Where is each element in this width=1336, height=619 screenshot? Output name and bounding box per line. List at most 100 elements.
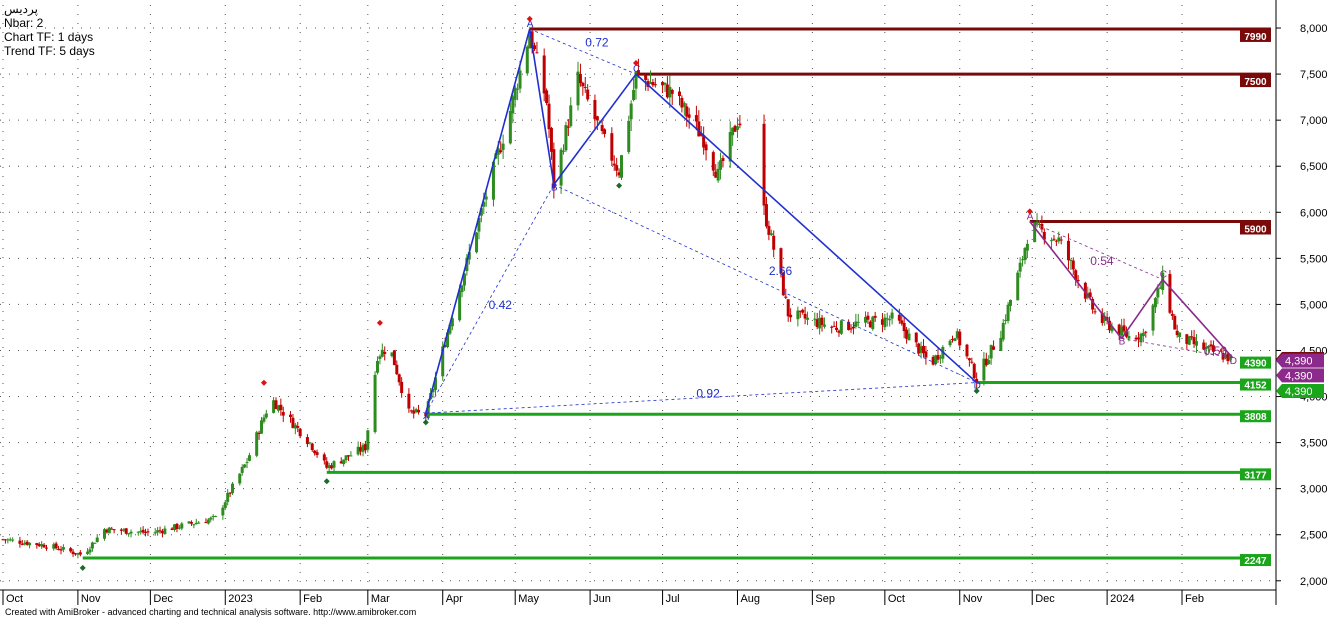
- candle-body: [586, 89, 590, 100]
- candle-body: [397, 374, 401, 383]
- candle-body: [987, 360, 991, 365]
- candle-body: [209, 517, 213, 520]
- candle-body: [375, 360, 379, 373]
- harmonic-ratio-label: 0.92: [696, 386, 720, 400]
- candle-body: [801, 309, 805, 313]
- candles: [1, 26, 1232, 559]
- candle-body: [1066, 240, 1070, 261]
- candle-body: [764, 204, 768, 227]
- candle-body: [1016, 272, 1020, 301]
- candle-body: [822, 324, 826, 327]
- candle-body: [1187, 336, 1191, 345]
- candle-body: [146, 531, 150, 533]
- candle-body: [839, 320, 843, 334]
- candle-body: [1122, 325, 1126, 332]
- x-tick-label: Apr: [446, 593, 463, 605]
- candle-body: [721, 158, 725, 161]
- candle-body: [296, 426, 300, 428]
- candle-body: [789, 314, 793, 318]
- price-label-text: 4,390: [1285, 356, 1313, 368]
- pivot-low-marker: [79, 564, 86, 571]
- candle-body: [1173, 315, 1177, 330]
- x-tick-label: Jul: [666, 593, 680, 605]
- candle-body: [897, 314, 901, 321]
- y-tick-label: 2,000: [1300, 576, 1328, 588]
- y-tick-label: 2,500: [1300, 530, 1328, 542]
- x-tick-label: Oct: [6, 593, 23, 605]
- y-tick-label: 7,000: [1300, 115, 1328, 127]
- x-tick-label: Sep: [815, 593, 835, 605]
- candle-body: [856, 321, 860, 323]
- x-tick-label: Nov: [963, 593, 983, 605]
- candle-body: [687, 114, 691, 118]
- candle-body: [1178, 332, 1182, 338]
- candle-body: [970, 361, 974, 363]
- price-chart[interactable]: 2,0002,5003,0003,5004,0004,5005,0005,500…: [0, 0, 1336, 619]
- candle-body: [206, 519, 210, 524]
- candle-body: [197, 522, 201, 524]
- candle-body: [851, 326, 855, 329]
- harmonic-point-label: C: [1160, 270, 1167, 281]
- resistance-level-label: 7500: [1244, 77, 1267, 88]
- candle-body: [460, 285, 464, 293]
- candle-body: [992, 346, 996, 350]
- candle-body: [516, 88, 520, 90]
- candle-body: [545, 90, 549, 104]
- candle-body: [231, 483, 235, 494]
- candle-body: [653, 84, 657, 86]
- candle-body: [262, 417, 266, 422]
- candle-body: [542, 55, 546, 94]
- candle-body: [888, 319, 892, 321]
- candle-body: [1018, 262, 1022, 272]
- candle-body: [1156, 288, 1160, 298]
- pivot-high-marker: [376, 319, 383, 326]
- candle-body: [784, 296, 788, 298]
- candle-body: [738, 123, 742, 126]
- candle-body: [694, 115, 698, 122]
- candle-body: [866, 315, 870, 320]
- x-tick-label: 2024: [1110, 593, 1134, 605]
- candle-body: [907, 333, 911, 341]
- candle-body: [243, 464, 247, 468]
- candle-body: [547, 103, 551, 130]
- candle-body: [682, 103, 686, 107]
- candle-body: [670, 89, 674, 94]
- candle-body: [559, 149, 563, 186]
- candle-body: [786, 299, 790, 317]
- candle-body: [806, 317, 810, 320]
- candle-body: [238, 473, 242, 484]
- resistance-level-label: 5900: [1244, 224, 1267, 235]
- x-tick-label: Aug: [740, 593, 760, 605]
- candle-body: [240, 467, 244, 473]
- pivot-low-marker: [323, 478, 330, 485]
- x-tick-label: Jun: [593, 593, 611, 605]
- candle-body: [383, 351, 387, 354]
- candle-body: [735, 126, 739, 130]
- candle-body: [914, 332, 918, 343]
- candle-body: [663, 82, 667, 85]
- pivot-high-marker: [260, 379, 267, 386]
- candle-body: [535, 52, 539, 54]
- y-tick-label: 5,500: [1300, 253, 1328, 265]
- harmonic-ratio-label: 0.54: [1090, 254, 1114, 268]
- candle-body: [95, 537, 99, 542]
- candle-body: [508, 110, 512, 144]
- candle-body: [315, 452, 319, 455]
- candle-body: [958, 331, 962, 346]
- candle-body: [400, 381, 404, 394]
- x-tick-label: Mar: [371, 593, 390, 605]
- candle-body: [1168, 274, 1172, 313]
- candle-body: [69, 548, 73, 552]
- candle-body: [349, 455, 353, 457]
- candle-body: [247, 455, 251, 461]
- harmonic-ratio-label: 0.42: [489, 298, 513, 312]
- candle-body: [728, 132, 732, 162]
- candle-body: [719, 160, 723, 170]
- candle-body: [107, 527, 111, 534]
- candle-body: [54, 543, 58, 549]
- candle-body: [189, 522, 193, 524]
- candle-body: [564, 125, 568, 151]
- candle-body: [18, 540, 22, 544]
- candle-body: [1141, 332, 1145, 336]
- y-tick-label: 3,500: [1300, 438, 1328, 450]
